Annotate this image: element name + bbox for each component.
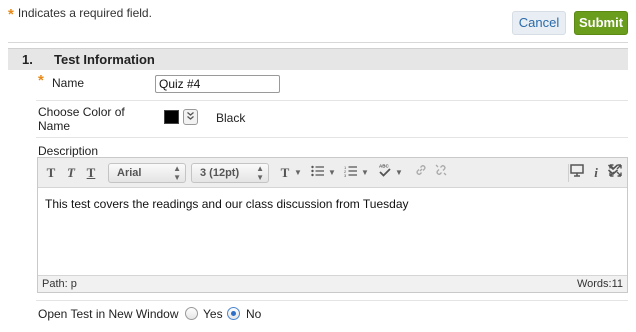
name-input[interactable] <box>155 75 280 93</box>
editor-toolbar: T T T Arial ▲ ▼ 3 (12pt) ▲ ▼ T ▼ ▼ 123 ▼ A… <box>38 158 627 188</box>
color-label: Choose Color of Name <box>38 105 125 133</box>
word-count: Words:11 <box>576 278 623 290</box>
row-divider <box>36 100 628 101</box>
description-editor: T T T Arial ▲ ▼ 3 (12pt) ▲ ▼ T ▼ ▼ 123 ▼ A… <box>37 157 628 293</box>
row-divider <box>36 137 628 138</box>
header-divider <box>8 42 628 43</box>
dropdown-arrow-icon[interactable]: ▼ <box>395 163 403 183</box>
color-name: Black <box>216 111 246 125</box>
radio-no-label[interactable]: No <box>246 307 261 321</box>
section-header: 1. Test Information <box>8 48 628 70</box>
link-icon[interactable] <box>413 163 429 183</box>
row-divider <box>36 300 628 301</box>
submit-button[interactable]: Submit <box>574 11 628 35</box>
radio-yes[interactable] <box>185 307 198 320</box>
underline-icon[interactable]: T <box>84 163 98 183</box>
color-swatch[interactable] <box>164 110 179 124</box>
open-window-label: Open Test in New Window <box>38 307 179 321</box>
numbered-list-icon[interactable]: 123 <box>343 163 359 183</box>
collapse-toolbar-icon[interactable] <box>606 162 620 182</box>
font-family-value: Arial <box>117 167 142 179</box>
font-family-select[interactable]: Arial ▲ ▼ <box>108 163 186 183</box>
font-size-value: 3 (12pt) <box>200 167 240 179</box>
name-label: Name <box>52 76 85 90</box>
required-note: * Indicates a required field. <box>8 6 152 23</box>
dropdown-arrow-icon[interactable]: ▼ <box>328 163 336 183</box>
info-icon[interactable]: i <box>590 163 602 183</box>
section-number: 1. <box>22 52 33 67</box>
unlink-icon[interactable] <box>433 163 449 183</box>
description-label: Description <box>38 144 99 158</box>
select-arrows-icon: ▲ ▼ <box>173 164 181 182</box>
spellcheck-icon[interactable]: ABC <box>377 163 393 183</box>
color-picker-chevron-icon[interactable] <box>183 109 198 125</box>
required-note-text: Indicates a required field. <box>17 6 152 20</box>
editor-path: Path: p <box>42 278 77 290</box>
cancel-button[interactable]: Cancel <box>512 11 566 35</box>
font-size-select[interactable]: 3 (12pt) ▲ ▼ <box>191 163 269 183</box>
svg-text:3: 3 <box>344 173 347 177</box>
required-star-icon: * <box>38 72 44 89</box>
preview-icon[interactable] <box>568 163 586 183</box>
required-star-icon: * <box>8 6 14 23</box>
select-arrows-icon: ▲ ▼ <box>256 164 264 182</box>
bullet-list-icon[interactable] <box>310 163 326 183</box>
svg-text:ABC: ABC <box>379 164 389 169</box>
text-color-icon[interactable]: T <box>278 163 292 183</box>
dropdown-arrow-icon[interactable]: ▼ <box>294 163 302 183</box>
editor-statusbar: Path: p Words:11 <box>38 275 627 292</box>
section-title: Test Information <box>54 52 155 67</box>
radio-no[interactable] <box>227 307 240 320</box>
dropdown-arrow-icon[interactable]: ▼ <box>361 163 369 183</box>
bold-icon[interactable]: T <box>44 163 58 183</box>
italic-icon[interactable]: T <box>64 163 78 183</box>
editor-content[interactable]: This test covers the readings and our cl… <box>45 197 409 211</box>
radio-yes-label[interactable]: Yes <box>203 307 223 321</box>
